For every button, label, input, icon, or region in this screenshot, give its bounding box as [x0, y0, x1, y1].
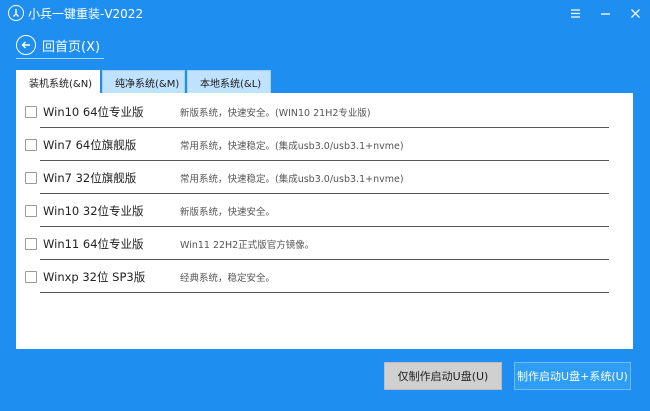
checkbox[interactable]	[25, 238, 37, 250]
back-home-label: 回首页(X)	[42, 39, 101, 55]
close-button[interactable]	[620, 0, 650, 26]
list-item-win7-32[interactable]: Win7 32位旗舰版 常用系统，快速稳定。(集成usb3.0/usb3.1+n…	[16, 161, 633, 194]
list-item-win10-64[interactable]: Win10 64位专业版 新版系统，快速安全。(WIN10 21H2专业版)	[16, 95, 633, 128]
list-item-win7-64[interactable]: Win7 64位旗舰版 常用系统，快速稳定。(集成usb3.0/usb3.1+n…	[16, 128, 633, 161]
make-usb-system-button[interactable]: 制作启动U盘+系统(U)	[514, 362, 631, 390]
app-logo-icon	[8, 5, 24, 21]
system-name: Win10 32位专业版	[43, 204, 144, 218]
checkbox[interactable]	[25, 271, 37, 283]
system-desc: Win11 22H2正式版官方镜像。	[180, 240, 315, 251]
system-desc: 常用系统，快速稳定。(集成usb3.0/usb3.1+nvme)	[180, 174, 404, 185]
system-desc: 经典系统，稳定安全。	[180, 273, 276, 284]
system-name: Win7 32位旗舰版	[43, 171, 137, 185]
tab-pure-system[interactable]: 纯净系统(&M)	[102, 70, 185, 93]
checkbox[interactable]	[25, 172, 37, 184]
menu-icon	[570, 8, 580, 18]
close-icon	[630, 8, 640, 18]
list-item-win10-32[interactable]: Win10 32位专业版 新版系统，快速安全。	[16, 194, 633, 227]
window-controls	[560, 0, 650, 26]
checkbox[interactable]	[25, 139, 37, 151]
system-name: Win7 64位旗舰版	[43, 138, 137, 152]
system-tabs: 装机系统(&N) 纯净系统(&M) 本地系统(&L)	[16, 70, 273, 93]
system-name: Win10 64位专业版	[43, 105, 144, 119]
back-underline-divider	[16, 58, 104, 59]
make-usb-button[interactable]: 仅制作启动U盘(U)	[384, 362, 502, 390]
list-item-winxp-32[interactable]: Winxp 32位 SP3版 经典系统，稳定安全。	[16, 260, 633, 293]
arrow-left-icon	[16, 35, 36, 55]
system-list-panel: Win10 64位专业版 新版系统，快速安全。(WIN10 21H2专业版) W…	[16, 93, 633, 349]
title-bar: 小兵一键重装-V2022	[0, 0, 650, 26]
system-desc: 新版系统，快速安全。(WIN10 21H2专业版)	[180, 108, 371, 119]
checkbox[interactable]	[25, 205, 37, 217]
system-name: Win11 64位专业版	[43, 237, 144, 251]
system-desc: 新版系统，快速安全。	[180, 207, 276, 218]
minimize-button[interactable]	[590, 0, 620, 26]
checkbox[interactable]	[25, 106, 37, 118]
system-name: Winxp 32位 SP3版	[43, 270, 146, 284]
minimize-icon	[600, 12, 610, 15]
tab-local-system[interactable]: 本地系统(&L)	[187, 70, 271, 93]
window-title: 小兵一键重装-V2022	[28, 7, 144, 21]
row-divider	[40, 292, 609, 293]
list-item-win11-64[interactable]: Win11 64位专业版 Win11 22H2正式版官方镜像。	[16, 227, 633, 260]
menu-button[interactable]	[560, 0, 590, 26]
system-desc: 常用系统，快速稳定。(集成usb3.0/usb3.1+nvme)	[180, 141, 404, 152]
back-home-link[interactable]: 回首页(X)	[16, 34, 100, 56]
tab-install-system[interactable]: 装机系统(&N)	[16, 70, 100, 93]
